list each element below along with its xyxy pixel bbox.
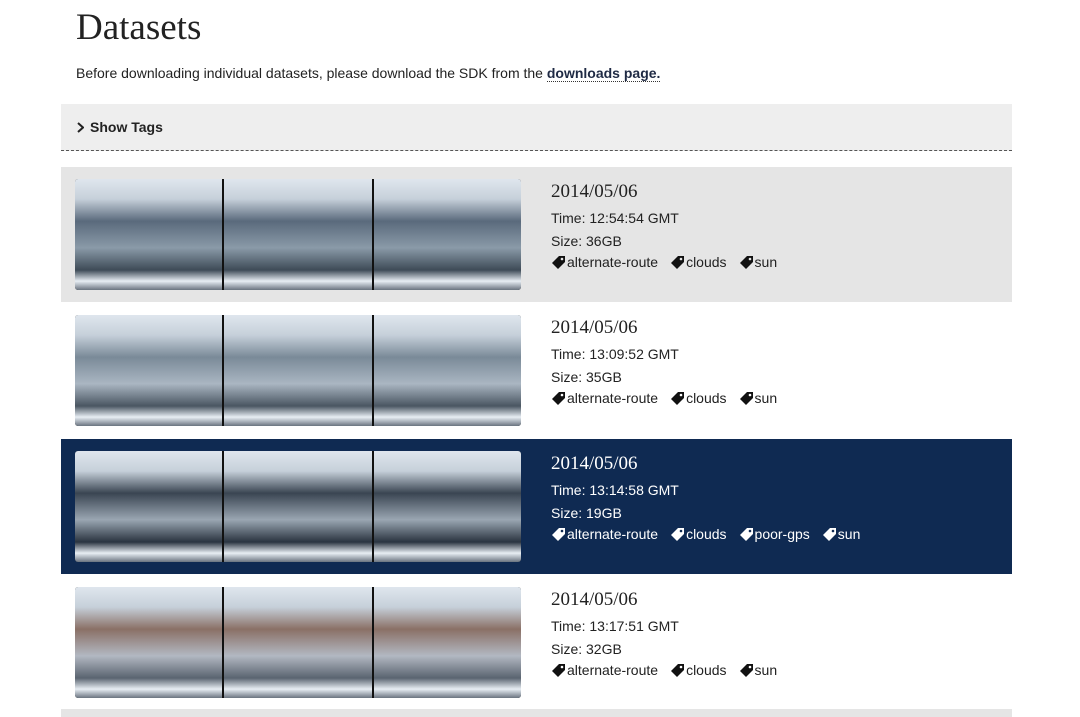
tag-label: alternate-route bbox=[567, 390, 659, 406]
dataset-time: Time: 13:14:58 GMT bbox=[551, 482, 679, 498]
dataset-tags: alternate-route clouds sun bbox=[551, 662, 777, 678]
tag-label: clouds bbox=[686, 526, 727, 542]
tag-icon bbox=[671, 256, 685, 269]
tag-icon bbox=[739, 664, 753, 677]
tag-icon bbox=[552, 528, 565, 541]
intro-sentence: Before downloading individual datasets, … bbox=[76, 65, 547, 81]
tag-alternate-route[interactable]: alternate-route bbox=[551, 390, 658, 406]
chevron-right-icon bbox=[77, 121, 84, 133]
next-row-edge bbox=[61, 709, 1012, 717]
camera-thumbnail bbox=[75, 315, 223, 426]
tag-label: clouds bbox=[686, 254, 727, 270]
camera-thumbnail bbox=[75, 179, 223, 290]
dataset-info: 2014/05/06 Time: 13:09:52 GMT Size: 35GB al… bbox=[551, 317, 777, 406]
dataset-row[interactable]: 2014/05/06 Time: 13:09:52 GMT Size: 35GB al… bbox=[61, 303, 1012, 438]
dataset-size: Size: 32GB bbox=[551, 641, 622, 657]
camera-thumbnail bbox=[224, 315, 372, 426]
tag-label: alternate-route bbox=[567, 254, 659, 270]
tag-icon bbox=[671, 392, 685, 405]
tag-poor-gps[interactable]: poor-gps bbox=[739, 526, 810, 542]
dataset-size: Size: 35GB bbox=[551, 369, 622, 385]
tag-icon bbox=[552, 392, 565, 405]
camera-thumbnail bbox=[373, 451, 521, 562]
tag-label: sun bbox=[754, 254, 778, 270]
dataset-time: Time: 13:17:51 GMT bbox=[551, 618, 679, 634]
tag-alternate-route[interactable]: alternate-route bbox=[551, 254, 658, 270]
show-tags-toggle[interactable]: Show Tags bbox=[77, 119, 163, 135]
tag-clouds[interactable]: clouds bbox=[670, 662, 727, 678]
dataset-info: 2014/05/06 Time: 12:54:54 GMT Size: 36GB al… bbox=[551, 181, 777, 270]
dataset-thumbnails[interactable] bbox=[75, 587, 521, 698]
downloads-page-link[interactable]: downloads page. bbox=[546, 65, 661, 82]
dataset-size: Size: 19GB bbox=[551, 505, 622, 521]
dataset-row[interactable]: 2014/05/06 Time: 13:17:51 GMT Size: 32GB al… bbox=[61, 575, 1012, 710]
dataset-row[interactable]: 2014/05/06 Time: 13:14:58 GMT Size: 19GB al… bbox=[61, 439, 1012, 574]
dataset-thumbnails[interactable] bbox=[75, 179, 521, 290]
tag-sun[interactable]: sun bbox=[739, 390, 778, 406]
camera-thumbnail bbox=[224, 179, 372, 290]
intro-text: Before downloading individual datasets, … bbox=[76, 65, 661, 82]
tag-sun[interactable]: sun bbox=[822, 526, 861, 542]
tag-icon bbox=[739, 256, 753, 269]
dataset-date[interactable]: 2014/05/06 bbox=[551, 589, 777, 611]
tag-icon bbox=[552, 664, 565, 677]
dataset-date[interactable]: 2014/05/06 bbox=[551, 453, 860, 475]
tag-label: clouds bbox=[686, 390, 727, 406]
dataset-size: Size: 36GB bbox=[551, 233, 622, 249]
tag-label: clouds bbox=[686, 662, 727, 678]
dataset-info: 2014/05/06 Time: 13:14:58 GMT Size: 19GB al… bbox=[551, 453, 860, 542]
tag-sun[interactable]: sun bbox=[739, 254, 778, 270]
tag-icon bbox=[671, 528, 685, 541]
tags-bar: Show Tags bbox=[61, 104, 1012, 151]
tag-label: poor-gps bbox=[754, 526, 810, 542]
dataset-date[interactable]: 2014/05/06 bbox=[551, 317, 777, 339]
dataset-tags: alternate-route clouds poor-gps sun bbox=[551, 526, 860, 542]
tag-label: sun bbox=[754, 662, 778, 678]
camera-thumbnail bbox=[373, 587, 521, 698]
tag-icon bbox=[552, 256, 565, 269]
tag-clouds[interactable]: clouds bbox=[670, 254, 727, 270]
tag-icon bbox=[822, 528, 836, 541]
tag-sun[interactable]: sun bbox=[739, 662, 778, 678]
dataset-tags: alternate-route clouds sun bbox=[551, 254, 777, 270]
camera-thumbnail bbox=[373, 315, 521, 426]
dataset-list: 2014/05/06 Time: 12:54:54 GMT Size: 36GB al… bbox=[61, 167, 1012, 711]
tag-label: alternate-route bbox=[567, 662, 659, 678]
dataset-row[interactable]: 2014/05/06 Time: 12:54:54 GMT Size: 36GB al… bbox=[61, 167, 1012, 302]
dataset-info: 2014/05/06 Time: 13:17:51 GMT Size: 32GB al… bbox=[551, 589, 777, 678]
tag-icon bbox=[739, 528, 753, 541]
tag-icon bbox=[671, 664, 685, 677]
tag-label: alternate-route bbox=[567, 526, 659, 542]
tag-alternate-route[interactable]: alternate-route bbox=[551, 662, 658, 678]
camera-thumbnail bbox=[224, 451, 372, 562]
tag-label: sun bbox=[754, 390, 778, 406]
dataset-thumbnails[interactable] bbox=[75, 315, 521, 426]
dataset-time: Time: 13:09:52 GMT bbox=[551, 346, 679, 362]
tag-alternate-route[interactable]: alternate-route bbox=[551, 526, 658, 542]
camera-thumbnail bbox=[75, 451, 223, 562]
camera-thumbnail bbox=[75, 587, 223, 698]
dataset-time: Time: 12:54:54 GMT bbox=[551, 210, 679, 226]
tag-clouds[interactable]: clouds bbox=[670, 390, 727, 406]
dataset-date[interactable]: 2014/05/06 bbox=[551, 181, 777, 203]
tag-icon bbox=[739, 392, 753, 405]
camera-thumbnail bbox=[224, 587, 372, 698]
tag-label: sun bbox=[837, 526, 861, 542]
camera-thumbnail bbox=[373, 179, 521, 290]
dataset-thumbnails[interactable] bbox=[75, 451, 521, 562]
show-tags-label: Show Tags bbox=[90, 119, 163, 135]
page-title: Datasets bbox=[76, 7, 202, 48]
dataset-tags: alternate-route clouds sun bbox=[551, 390, 777, 406]
tag-clouds[interactable]: clouds bbox=[670, 526, 727, 542]
